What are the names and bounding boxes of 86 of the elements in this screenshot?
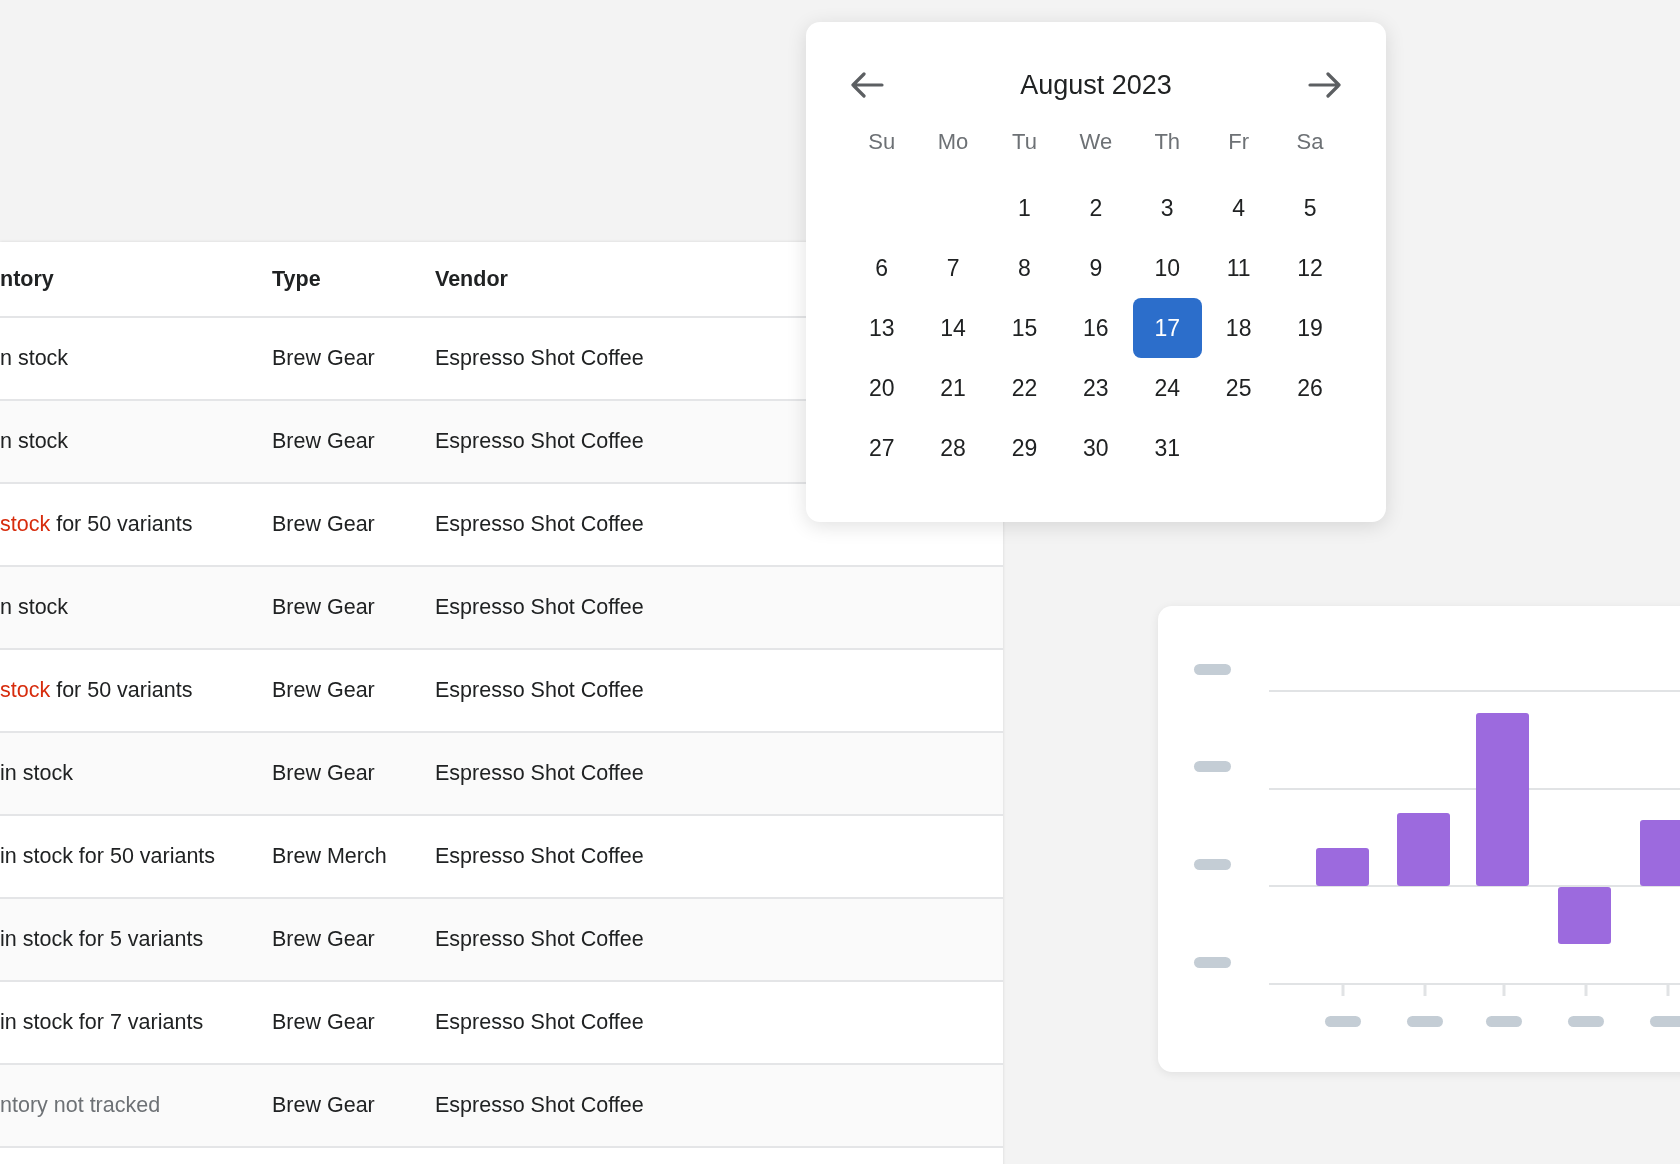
label-placeholder: [1194, 957, 1231, 968]
weekday-label: We: [1079, 129, 1113, 155]
vendor-cell: Espresso Shot Coffee: [435, 1010, 644, 1034]
vendor-cell: Espresso Shot Coffee: [435, 346, 644, 370]
calendar-day[interactable]: 6: [847, 238, 917, 298]
calendar-day[interactable]: 27: [847, 418, 917, 478]
calendar-day[interactable]: 29: [989, 418, 1060, 478]
column-header: Type: [272, 266, 321, 291]
weekday-label: Su: [868, 129, 896, 155]
vendor-cell: Espresso Shot Coffee: [435, 761, 644, 785]
chart-bar: [1316, 848, 1369, 886]
left-arrow-icon: [850, 72, 884, 98]
calendar-day[interactable]: 18: [1203, 298, 1274, 358]
weekday-label: Tu: [1012, 129, 1037, 155]
calendar-day[interactable]: 12: [1275, 238, 1345, 298]
label-placeholder: [1194, 664, 1231, 675]
label-placeholder: [1650, 1016, 1680, 1027]
calendar-day[interactable]: 14: [918, 298, 988, 358]
type-cell: Brew Gear: [272, 346, 375, 370]
type-cell: Brew Gear: [272, 595, 375, 619]
weekday-label: Th: [1154, 129, 1181, 155]
calendar-day[interactable]: 25: [1203, 358, 1274, 418]
vendor-cell: Espresso Shot Coffee: [435, 927, 644, 951]
right-arrow-icon: [1308, 72, 1342, 98]
calendar-day[interactable]: 2: [1061, 178, 1131, 238]
vendor-cell: Espresso Shot Coffee: [435, 844, 644, 868]
calendar-day[interactable]: 15: [989, 298, 1060, 358]
calendar-day[interactable]: 26: [1275, 358, 1345, 418]
inventory-cell: n stock: [0, 429, 69, 453]
vendor-cell: Espresso Shot Coffee: [435, 678, 644, 702]
vendor-cell: Espresso Shot Coffee: [435, 595, 644, 619]
inventory-cell: in stock for 5 variants: [0, 927, 204, 951]
calendar-day[interactable]: 4: [1203, 178, 1274, 238]
type-cell: Brew Gear: [272, 1093, 375, 1117]
calendar-day[interactable]: 24: [1132, 358, 1202, 418]
weekday-label: Fr: [1228, 129, 1250, 155]
vendor-cell: Espresso Shot Coffee: [435, 1093, 644, 1117]
label-placeholder: [1407, 1016, 1443, 1027]
calendar-day[interactable]: 11: [1203, 238, 1274, 298]
calendar-day[interactable]: 19: [1275, 298, 1345, 358]
type-cell: Brew Gear: [272, 927, 375, 951]
calendar-day[interactable]: 21: [918, 358, 988, 418]
calendar-day[interactable]: 31: [1132, 418, 1202, 478]
inventory-cell: n stock: [0, 595, 69, 619]
column-header: ntory: [0, 266, 54, 291]
vendor-cell: Espresso Shot Coffee: [435, 512, 644, 536]
calendar-day[interactable]: 10: [1132, 238, 1202, 298]
type-cell: Brew Gear: [272, 1010, 375, 1034]
calendar-day[interactable]: 28: [918, 418, 988, 478]
inventory-cell: stock for 50 variants: [0, 678, 193, 702]
chart-bar: [1640, 820, 1680, 886]
calendar-day[interactable]: 8: [989, 238, 1060, 298]
inventory-cell: in stock for 7 variants: [0, 1010, 204, 1034]
type-cell: Brew Gear: [272, 761, 375, 785]
type-cell: Brew Gear: [272, 429, 375, 453]
weekday-label: Mo: [937, 129, 969, 155]
calendar-day[interactable]: 5: [1275, 178, 1345, 238]
calendar-day[interactable]: 16: [1061, 298, 1131, 358]
label-placeholder: [1194, 859, 1231, 870]
weekday-label: Sa: [1296, 129, 1324, 155]
type-cell: Brew Gear: [272, 512, 375, 536]
inventory-cell: in stock: [0, 761, 73, 785]
calendar-day[interactable]: 7: [918, 238, 988, 298]
calendar-day[interactable]: 23: [1061, 358, 1131, 418]
inventory-cell: stock for 50 variants: [0, 512, 193, 536]
calendar-day[interactable]: 3: [1132, 178, 1202, 238]
calendar-day[interactable]: 1: [989, 178, 1060, 238]
inventory-cell: ntory not tracked: [0, 1093, 161, 1117]
calendar-day[interactable]: 20: [847, 358, 917, 418]
label-placeholder: [1568, 1016, 1604, 1027]
chart-bar: [1558, 887, 1611, 944]
month-title: August 2023: [1020, 69, 1172, 101]
vendor-cell: Espresso Shot Coffee: [435, 429, 644, 453]
calendar-day[interactable]: 22: [989, 358, 1060, 418]
calendar-day[interactable]: 30: [1061, 418, 1131, 478]
label-placeholder: [1194, 761, 1231, 772]
calendar-day[interactable]: 9: [1061, 238, 1131, 298]
inventory-cell: n stock: [0, 346, 69, 370]
label-placeholder: [1325, 1016, 1361, 1027]
inventory-cell: in stock for 50 variants: [0, 844, 216, 868]
column-header: Vendor: [435, 266, 508, 291]
type-cell: Brew Merch: [272, 844, 387, 868]
calendar-day[interactable]: 17: [1132, 298, 1202, 358]
calendar-day[interactable]: 13: [847, 298, 917, 358]
label-placeholder: [1486, 1016, 1522, 1027]
type-cell: Brew Gear: [272, 678, 375, 702]
